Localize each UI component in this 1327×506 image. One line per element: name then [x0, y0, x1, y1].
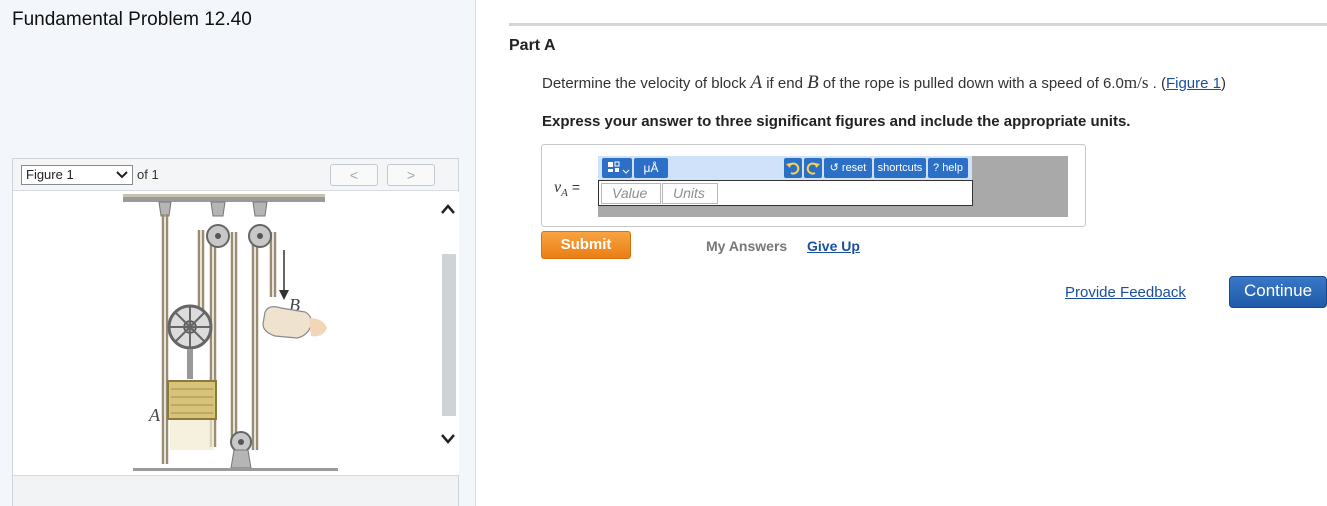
bottom-pulley	[230, 431, 252, 469]
problem-title: Fundamental Problem 12.40	[12, 9, 252, 30]
figure-image: A B	[13, 192, 436, 475]
answer-toolbar: μÅ ↺ reset shortcuts ? help	[598, 156, 972, 180]
figure-panel: Fundamental Problem 12.40 Figure 1 of 1 …	[0, 0, 476, 506]
block-a	[167, 380, 217, 450]
answer-variable: vA =	[554, 179, 580, 199]
reset-button[interactable]: ↺ reset	[824, 158, 872, 178]
part-divider	[509, 23, 1327, 26]
chevron-up-icon[interactable]	[439, 202, 457, 221]
label-a: A	[148, 405, 161, 425]
shortcuts-label: shortcuts	[877, 162, 923, 174]
undo-icon[interactable]	[784, 158, 802, 178]
ceiling-top	[123, 194, 325, 197]
chevron-down-icon[interactable]	[439, 432, 457, 451]
units-input[interactable]: Units	[662, 183, 718, 204]
figure-count: of 1	[137, 167, 159, 182]
next-figure-button[interactable]: >	[387, 164, 435, 186]
provide-feedback-link[interactable]: Provide Feedback	[1065, 284, 1186, 301]
q-text-5: )	[1221, 75, 1226, 92]
pulley-diagram: A B	[123, 194, 338, 471]
answer-input-row: Value Units	[598, 180, 973, 206]
my-answers-link[interactable]: My Answers	[706, 238, 787, 254]
help-label: help	[942, 162, 963, 174]
figure-select[interactable]: Figure 1	[21, 165, 133, 185]
var-equals: =	[571, 179, 581, 195]
help-button[interactable]: ? help	[928, 158, 968, 178]
q-var-a: A	[750, 72, 763, 93]
prev-figure-button[interactable]: <	[330, 164, 378, 186]
q-speed: 6.0	[1103, 75, 1124, 92]
answer-box: vA = μÅ ↺ reset shortcuts ? help Value U…	[541, 144, 1086, 227]
hand-icon	[262, 306, 327, 339]
q-text-4: . (	[1148, 75, 1166, 92]
value-input[interactable]: Value	[601, 183, 661, 204]
scrollbar-thumb[interactable]	[442, 254, 456, 416]
floor	[133, 468, 338, 471]
q-unit: m/s	[1123, 73, 1149, 92]
q-text-1: Determine the velocity of block	[542, 75, 751, 92]
figure-footer	[13, 475, 458, 506]
figure-viewer: Figure 1 of 1 < > A B	[12, 158, 459, 506]
instruction-text: Express your answer to three significant…	[542, 113, 1131, 130]
chevron-down-icon	[115, 166, 129, 187]
templates-icon[interactable]	[602, 158, 632, 178]
pull-arrow	[279, 250, 289, 300]
q-var-b: B	[807, 72, 819, 93]
q-text-2: if end	[762, 75, 808, 92]
redo-icon[interactable]	[804, 158, 822, 178]
part-label: Part A	[509, 37, 556, 54]
top-pulley-2	[248, 224, 272, 248]
prev-label: <	[349, 167, 359, 183]
large-pulley-wheel	[167, 304, 213, 379]
top-pulley-1	[206, 224, 230, 248]
reset-label: reset	[841, 162, 867, 174]
ceiling-hangers	[158, 201, 268, 217]
next-label: >	[406, 167, 416, 183]
units-button[interactable]: μÅ	[634, 158, 668, 178]
give-up-link[interactable]: Give Up	[807, 238, 860, 254]
continue-button[interactable]: Continue	[1229, 276, 1327, 308]
figure-select-value: Figure 1	[26, 167, 74, 182]
figure-scrollbar[interactable]	[437, 192, 459, 475]
ceiling-beam	[123, 197, 325, 202]
var-subscript: A	[561, 187, 568, 200]
submit-button[interactable]: Submit	[541, 231, 631, 259]
q-text-3: of the rope is pulled down with a speed …	[818, 75, 1104, 92]
units-button-label: μÅ	[643, 161, 659, 175]
help-icon: ?	[933, 162, 940, 174]
shortcuts-button[interactable]: shortcuts	[874, 158, 926, 178]
figure-toolbar: Figure 1 of 1 < >	[13, 159, 458, 191]
reset-icon: ↺	[829, 162, 839, 174]
question-text: Determine the velocity of block A if end…	[542, 72, 1226, 94]
figure-link[interactable]: Figure 1	[1166, 75, 1221, 92]
